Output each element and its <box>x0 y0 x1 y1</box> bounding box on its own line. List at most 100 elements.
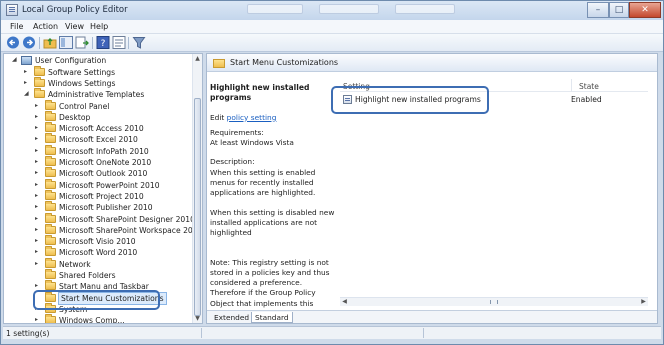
tree-item[interactable]: ▸ System <box>4 302 194 315</box>
column-header-state[interactable]: State <box>579 82 599 91</box>
tree-item-label[interactable]: Desktop <box>59 112 90 123</box>
tree-item-label[interactable]: Microsoft SharePoint Workspace 2010 <box>59 225 202 236</box>
maximize-button[interactable]: □ <box>609 2 629 18</box>
tree-item-label[interactable]: Microsoft Excel 2010 <box>59 134 138 145</box>
tree-item-label[interactable]: Windows Settings <box>48 78 115 89</box>
tree-item-label[interactable]: Microsoft Project 2010 <box>59 191 144 202</box>
expand-arrow-icon[interactable]: ▸ <box>35 260 41 267</box>
collapse-arrow-icon[interactable]: ◢ <box>12 57 18 63</box>
tree-item[interactable]: ▸ Microsoft Visio 2010 <box>4 235 194 247</box>
scroll-right-arrow-icon[interactable]: ▶ <box>639 298 648 306</box>
tree-item[interactable]: ▸ Microsoft Project 2010 <box>4 189 194 202</box>
show-hide-tree-icon[interactable] <box>59 36 73 49</box>
properties-icon[interactable] <box>112 36 126 49</box>
scroll-thumb[interactable] <box>194 98 201 316</box>
list-item[interactable]: Highlight new installed programs Enabled <box>340 93 648 105</box>
tree-item-label[interactable]: Microsoft Publisher 2010 <box>59 202 153 213</box>
tree-item-label[interactable]: Software Settings <box>48 67 115 78</box>
up-folder-icon[interactable] <box>43 36 57 49</box>
close-button[interactable]: ✕ <box>629 2 661 18</box>
expand-arrow-icon[interactable]: ▸ <box>35 136 41 142</box>
tree-root[interactable]: ◢ User Configuration <box>4 55 194 66</box>
tree-item-label[interactable]: Microsoft Access 2010 <box>59 123 144 134</box>
tree-item[interactable]: ▸ Windows Settings <box>4 76 194 89</box>
tree-item[interactable]: ▸ Microsoft SharePoint Designer 2010 <box>4 212 195 225</box>
collapse-arrow-icon[interactable]: ◢ <box>24 91 30 97</box>
menu-file[interactable]: File <box>10 22 23 31</box>
expand-arrow-icon[interactable]: ▸ <box>35 170 41 176</box>
tree-item-label[interactable]: Microsoft Visio 2010 <box>59 236 136 247</box>
tree-item-label[interactable]: Microsoft OneNote 2010 <box>59 157 151 168</box>
tree-item[interactable]: ▸ Microsoft Access 2010 <box>4 122 194 134</box>
back-arrow-icon[interactable] <box>6 36 20 49</box>
tree-item-label[interactable]: Start Manu and Taskbar <box>59 281 149 292</box>
menu-help[interactable]: Help <box>90 22 108 31</box>
expand-arrow-icon[interactable]: ▸ <box>35 215 41 222</box>
tree-item-label[interactable]: Microsoft Outlook 2010 <box>59 168 147 179</box>
tree-item[interactable]: ▸ Microsoft Excel 2010 <box>4 133 194 145</box>
scroll-left-arrow-icon[interactable]: ◀ <box>340 298 349 306</box>
tree-item[interactable]: ▸ Windows Comp... <box>4 314 194 323</box>
tree-item[interactable]: Shared Folders <box>4 269 194 281</box>
expand-arrow-icon[interactable]: ▸ <box>35 113 41 120</box>
expand-arrow-icon[interactable]: ▸ <box>35 226 41 233</box>
help-icon[interactable]: ? <box>96 36 110 49</box>
menu-action[interactable]: Action <box>33 22 58 31</box>
tree-item-label[interactable]: System <box>59 304 87 315</box>
tree-item[interactable]: ▸ Microsoft Publisher 2010 <box>4 201 194 213</box>
tab-standard[interactable]: Standard <box>251 312 293 323</box>
title-bar[interactable]: Local Group Policy Editor – □ ✕ <box>1 1 663 20</box>
tree-item-label[interactable]: Microsoft SharePoint Designer 2010 <box>59 214 195 225</box>
tree-item[interactable]: ▸ Microsoft OneNote 2010 <box>4 156 194 168</box>
filter-icon[interactable] <box>132 36 146 49</box>
expand-arrow-icon[interactable]: ▸ <box>35 204 41 210</box>
expand-arrow-icon[interactable]: ▸ <box>35 159 41 165</box>
tree-item[interactable]: ▸ Microsoft PowerPoint 2010 <box>4 178 194 191</box>
expand-arrow-icon[interactable]: ▸ <box>35 317 41 323</box>
tree-item-label[interactable]: Microsoft InfoPath 2010 <box>59 146 149 157</box>
minimize-button[interactable]: – <box>587 2 609 18</box>
expand-arrow-icon[interactable]: ▸ <box>35 181 41 188</box>
tree-item[interactable]: ◢ Administrative Templates <box>4 88 194 100</box>
tree-item[interactable]: ▸ Microsoft InfoPath 2010 <box>4 144 194 157</box>
expand-arrow-icon[interactable]: ▸ <box>35 249 41 255</box>
column-divider[interactable] <box>571 79 572 92</box>
scroll-down-arrow-icon[interactable]: ▼ <box>193 314 202 323</box>
tree-item-label[interactable]: Microsoft Word 2010 <box>59 247 137 258</box>
console-tree[interactable]: ◢ User Configuration ▸ Software Settings ▸… <box>3 53 203 324</box>
tree-item[interactable]: ▸ Start Manu and Taskbar <box>4 280 194 292</box>
tree-item[interactable]: ▸ Microsoft Word 2010 <box>4 246 194 258</box>
tree-item-label[interactable]: Windows Comp... <box>59 315 125 323</box>
tree-item-label[interactable]: Shared Folders <box>59 270 116 281</box>
expand-arrow-icon[interactable]: ▸ <box>35 238 41 244</box>
expand-arrow-icon[interactable]: ▸ <box>35 192 41 199</box>
tree-item[interactable]: ▸ Microsoft Outlook 2010 <box>4 167 194 179</box>
scroll-grip-icon[interactable] <box>490 300 498 304</box>
tree-item[interactable]: Start Menu Customizations <box>4 291 194 305</box>
expand-arrow-icon[interactable]: ▸ <box>35 125 41 131</box>
tree-item[interactable]: ▸ Software Settings <box>4 65 194 78</box>
list-horizontal-scrollbar[interactable]: ◀ ▶ <box>340 297 648 306</box>
expand-arrow-icon[interactable]: ▸ <box>35 305 41 312</box>
tree-item-label[interactable]: Network <box>59 259 91 270</box>
tree-item[interactable]: ▸ Desktop <box>4 110 194 123</box>
list-item-setting[interactable]: Highlight new installed programs <box>355 94 481 105</box>
tab-extended[interactable]: Extended <box>211 312 252 323</box>
menu-view[interactable]: View <box>65 22 84 31</box>
tree-item-label[interactable]: Administrative Templates <box>48 89 144 100</box>
expand-arrow-icon[interactable]: ▸ <box>24 79 30 86</box>
scroll-up-arrow-icon[interactable]: ▲ <box>193 54 202 63</box>
expand-arrow-icon[interactable]: ▸ <box>24 68 30 75</box>
tree-item[interactable]: ▸ Control Panel <box>4 99 194 112</box>
tree-item-label[interactable]: Microsoft PowerPoint 2010 <box>59 180 160 191</box>
tree-vertical-scrollbar[interactable]: ▲ ▼ <box>192 54 202 323</box>
expand-arrow-icon[interactable]: ▸ <box>35 283 41 289</box>
policy-setting-link[interactable]: policy setting <box>227 113 277 122</box>
expand-arrow-icon[interactable]: ▸ <box>35 102 41 109</box>
tree-item-label[interactable]: Control Panel <box>59 101 109 112</box>
column-header-setting[interactable]: Setting <box>343 82 370 91</box>
tree-item[interactable]: ▸ Network <box>4 257 194 270</box>
expand-arrow-icon[interactable]: ▸ <box>35 147 41 154</box>
tree-item-label[interactable]: Start Menu Customizations <box>58 291 167 305</box>
forward-arrow-icon[interactable] <box>22 36 36 49</box>
